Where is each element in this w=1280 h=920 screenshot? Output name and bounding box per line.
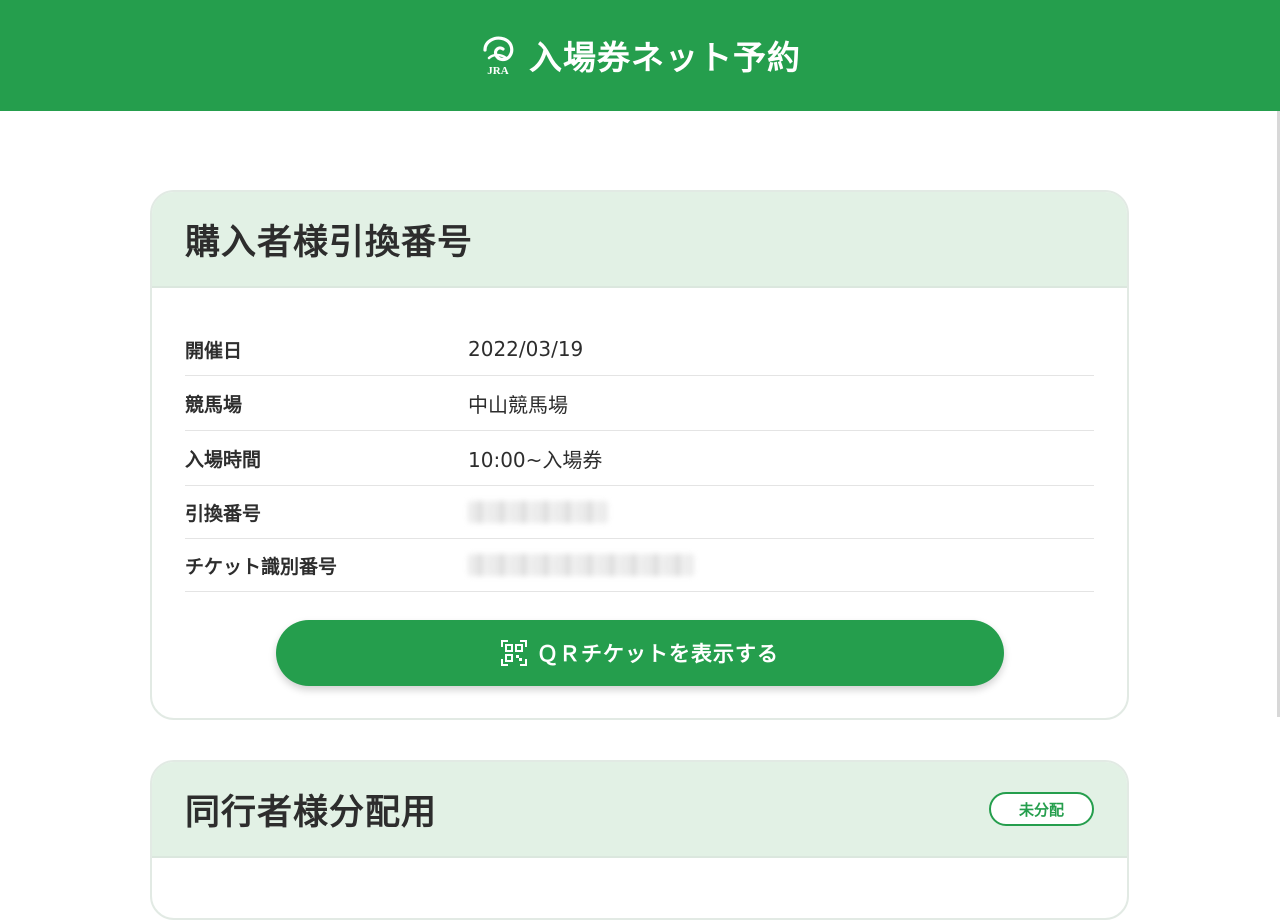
show-qr-ticket-button[interactable]: ＱＲチケットを表示する: [276, 620, 1004, 686]
header-title: 入場券ネット予約: [529, 37, 801, 77]
ticket-id-redacted: [468, 554, 694, 576]
qr-code-icon: [501, 640, 527, 666]
logo-text: JRA: [487, 65, 508, 76]
racecourse-value: 中山競馬場: [468, 392, 568, 417]
ticket-info-list: 開催日 2022/03/19 競馬場 中山競馬場 入場時間 10:00~入場券 …: [185, 323, 1094, 592]
purchaser-card-header: 購入者様引換番号: [152, 192, 1127, 288]
info-label: チケット識別番号: [185, 555, 338, 578]
qr-button-label: ＱＲチケットを表示する: [537, 642, 779, 666]
app-header: JRA 入場券ネット予約: [0, 0, 1280, 111]
brand[interactable]: JRA 入場券ネット予約: [479, 31, 801, 79]
info-label: 引換番号: [185, 502, 262, 525]
jra-logo-icon: JRA: [483, 36, 514, 76]
info-row-racecourse: 競馬場 中山競馬場: [185, 376, 1094, 431]
companion-card-header: 同行者様分配用 未分配: [152, 762, 1127, 858]
info-label: 開催日: [185, 339, 243, 362]
purchaser-exchange-card: 購入者様引換番号 開催日 2022/03/19 競馬場 中山競馬場 入場時間 1…: [150, 190, 1129, 720]
info-row-exchange-number: 引換番号: [185, 486, 1094, 539]
info-row-date: 開催日 2022/03/19: [185, 323, 1094, 376]
event-date-value: 2022/03/19: [468, 337, 584, 361]
info-row-ticket-id: チケット識別番号: [185, 539, 1094, 592]
exchange-number-redacted: [468, 501, 608, 523]
companion-card-title: 同行者様分配用: [185, 792, 438, 833]
info-label: 競馬場: [185, 393, 243, 416]
info-label: 入場時間: [185, 448, 262, 471]
info-row-entry-time: 入場時間 10:00~入場券: [185, 431, 1094, 486]
purchaser-card-title: 購入者様引換番号: [185, 222, 474, 263]
status-badge: 未分配: [989, 792, 1094, 826]
companion-distribution-card: 同行者様分配用 未分配: [150, 760, 1129, 920]
entry-time-value: 10:00~入場券: [468, 447, 603, 472]
